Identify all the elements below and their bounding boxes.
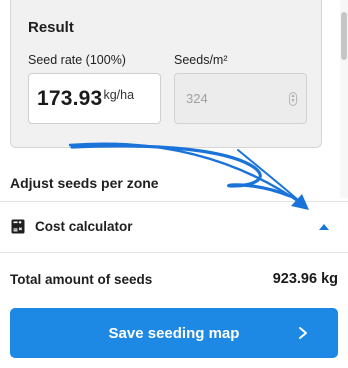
seeds-per-m2-label: Seeds/m² xyxy=(174,53,228,67)
save-button-label: Save seeding map xyxy=(108,324,240,342)
divider xyxy=(0,252,348,253)
scroll-area: Result Seed rate (100%) Seeds/m² 173.93 … xyxy=(0,0,348,198)
seed-rate-field[interactable]: 173.93 kg/ha xyxy=(28,73,161,124)
seeds-stepper-icon: ▲ ▼ xyxy=(289,92,297,106)
total-seeds-value: 923.96 kg xyxy=(272,271,338,287)
seeds-per-m2-value: 324 xyxy=(186,91,208,106)
save-seeding-map-button[interactable]: Save seeding map xyxy=(10,308,338,358)
total-seeds-label: Total amount of seeds xyxy=(10,272,153,287)
result-card: Result Seed rate (100%) Seeds/m² 173.93 … xyxy=(10,0,322,148)
scrollbar-thumb[interactable] xyxy=(341,12,347,60)
result-title: Result xyxy=(28,19,74,36)
seed-rate-label: Seed rate (100%) xyxy=(28,53,126,67)
cost-calculator-label: Cost calculator xyxy=(35,219,133,234)
chevron-right-icon xyxy=(299,327,307,339)
cost-calculator-toggle[interactable]: Cost calculator xyxy=(0,202,348,252)
seeds-per-m2-field: 324 ▲ ▼ xyxy=(174,73,307,124)
scrollbar[interactable] xyxy=(340,0,348,198)
caret-up-icon[interactable] xyxy=(319,224,329,230)
calculator-icon xyxy=(11,219,25,234)
seed-rate-value: 173.93 xyxy=(37,86,103,110)
seed-rate-unit: kg/ha xyxy=(103,87,135,102)
adjust-seeds-heading: Adjust seeds per zone xyxy=(10,175,159,191)
